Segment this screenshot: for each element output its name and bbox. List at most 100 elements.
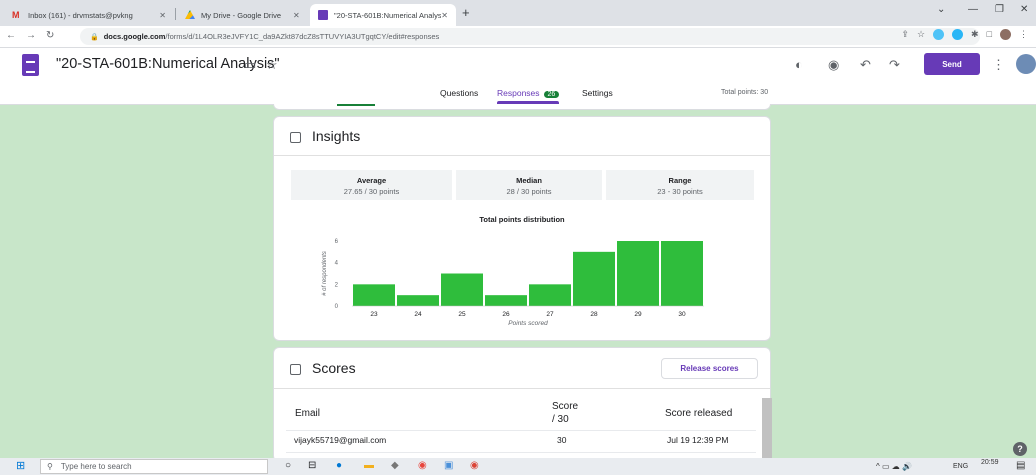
- col-email[interactable]: Email: [295, 408, 320, 419]
- total-points: Total points: 30: [721, 89, 769, 96]
- close-icon[interactable]: ✕: [441, 11, 448, 20]
- forward-icon[interactable]: →: [26, 30, 36, 41]
- close-window-icon[interactable]: ✕: [1020, 4, 1028, 15]
- gmail-icon: M: [12, 10, 20, 20]
- undo-icon[interactable]: ↶: [860, 57, 871, 73]
- reload-icon[interactable]: ↻: [46, 30, 54, 41]
- y-tick-label: 0: [335, 304, 339, 310]
- windows-start-icon[interactable]: ⊞: [16, 459, 25, 472]
- close-icon[interactable]: ✕: [293, 11, 300, 20]
- release-scores-button[interactable]: Release scores: [661, 358, 758, 379]
- y-tick-label: 4: [335, 261, 339, 267]
- task-view-icon[interactable]: ⊟: [308, 460, 316, 471]
- search-icon: ⚲: [47, 462, 53, 471]
- x-tick-label: 30: [678, 311, 686, 318]
- col-score-released[interactable]: Score released: [665, 408, 732, 419]
- redo-icon[interactable]: ↷: [889, 57, 900, 73]
- file-explorer-icon[interactable]: ▬: [364, 460, 374, 471]
- extension-icon[interactable]: [933, 29, 945, 40]
- tray-icons[interactable]: ^ ▭ ☁ 🔊: [876, 462, 912, 471]
- stat-label: Range: [668, 176, 692, 185]
- tab-questions[interactable]: Questions: [440, 88, 478, 98]
- bar: [573, 251, 615, 306]
- form-tabs: Questions Responses 26 Settings Total poi…: [0, 88, 1036, 105]
- tab-label: "20-STA-601B:Numerical Analysis: [334, 10, 442, 20]
- x-tick-label: 24: [414, 311, 422, 318]
- browser-toolbar: ← → ↻ 🔒 docs.google.com /forms/d/1L4OLR3…: [0, 26, 1036, 48]
- toolbar-icons: ⇪ ☆ ✱ □ ⋮: [901, 29, 1028, 40]
- stat-range: Range 23 - 30 points: [606, 170, 754, 200]
- y-axis-label: # of respondents: [322, 251, 328, 296]
- bar: [441, 273, 483, 306]
- tab-responses-label: Responses: [497, 88, 540, 98]
- profile-avatar[interactable]: [1000, 29, 1011, 40]
- insights-card: Insights Average 27.65 / 30 points Media…: [273, 116, 771, 341]
- app-icon[interactable]: ◆: [391, 460, 399, 471]
- tab-gmail[interactable]: M Inbox (161) - drvmstats@pvkng ✕: [4, 4, 174, 26]
- bar: [485, 295, 527, 306]
- x-tick-label: 26: [502, 311, 510, 318]
- chrome-icon[interactable]: ◉: [418, 460, 427, 471]
- summary-card-bottom: [273, 104, 771, 110]
- tab-label: Inbox (161) - drvmstats@pvkng: [28, 10, 133, 20]
- url-host: docs.google.com: [103, 32, 166, 41]
- forms-header: "20-STA-601B:Numerical Analysis" ▭ ☆ ◐ ◉…: [0, 48, 1036, 105]
- col-score[interactable]: Score: [552, 401, 578, 412]
- close-icon[interactable]: ✕: [159, 11, 166, 20]
- minimize-icon[interactable]: —: [968, 4, 978, 15]
- sidepanel-icon[interactable]: □: [987, 29, 992, 40]
- more-vert-icon[interactable]: ⋮: [992, 57, 1005, 73]
- bar: [661, 241, 703, 306]
- forms-icon: [318, 10, 328, 20]
- restore-icon[interactable]: ❐: [995, 4, 1004, 15]
- avatar[interactable]: [1016, 54, 1036, 74]
- stat-average: Average 27.65 / 30 points: [291, 170, 452, 200]
- help-icon[interactable]: ?: [1013, 442, 1027, 456]
- folder-icon[interactable]: ▭: [244, 57, 256, 73]
- taskbar-search-input[interactable]: ⚲ Type here to search: [40, 459, 268, 474]
- cortana-icon[interactable]: ○: [285, 460, 291, 471]
- tab-drive[interactable]: My Drive - Google Drive ✕: [177, 4, 302, 26]
- lock-icon: 🔒: [90, 33, 99, 41]
- tab-responses[interactable]: Responses 26: [497, 88, 560, 104]
- x-tick-label: 23: [370, 311, 378, 318]
- kebab-menu-icon[interactable]: ⋮: [1019, 29, 1028, 40]
- back-icon[interactable]: ←: [6, 30, 16, 41]
- col-score-of: / 30: [552, 414, 569, 425]
- bar: [617, 241, 659, 306]
- notification-icon[interactable]: ▤: [1016, 460, 1025, 471]
- palette-icon[interactable]: ◐: [795, 57, 803, 72]
- star-icon[interactable]: ☆: [917, 29, 925, 40]
- stat-label: Average: [356, 176, 387, 185]
- extension-icon[interactable]: [952, 29, 964, 40]
- tab-forms[interactable]: "20-STA-601B:Numerical Analysis ✕: [310, 4, 456, 26]
- chrome-active-icon[interactable]: ◉: [470, 460, 479, 471]
- extensions-puzzle-icon[interactable]: ✱: [971, 29, 979, 40]
- clock-time[interactable]: 20:59: [981, 459, 999, 466]
- windows-taskbar: ⊞ ⚲ Type here to search ○ ⊟ ● ▬ ◆ ◉ ▣ ◉ …: [0, 458, 1036, 475]
- points-distribution-chart: 024623 24 25 26 27 28 29 30Points scored# of re…: [322, 239, 704, 327]
- tab-settings[interactable]: Settings: [582, 88, 613, 98]
- share-icon[interactable]: ⇪: [901, 29, 909, 40]
- row-released: Jul 19 12:39 PM: [667, 435, 729, 445]
- app-icon[interactable]: ▣: [444, 460, 453, 471]
- y-tick-label: 6: [335, 239, 339, 245]
- stat-value: 23 - 30 points: [657, 187, 703, 196]
- new-tab-button[interactable]: +: [462, 5, 470, 20]
- send-button[interactable]: Send: [924, 53, 980, 75]
- stat-value: 28 / 30 points: [506, 187, 552, 196]
- stat-value: 27.65 / 30 points: [343, 187, 400, 196]
- checkbox-icon: [290, 364, 301, 375]
- language-indicator[interactable]: ENG: [953, 463, 968, 470]
- preview-eye-icon[interactable]: ◉: [828, 57, 839, 73]
- bar: [529, 284, 571, 306]
- bar: [397, 295, 439, 306]
- y-tick-label: 2: [335, 282, 339, 288]
- address-bar[interactable]: 🔒 docs.google.com /forms/d/1L4OLR3eJVFY1…: [80, 28, 980, 45]
- forms-logo-icon[interactable]: [22, 54, 39, 76]
- star-icon[interactable]: ☆: [266, 57, 278, 73]
- edge-icon[interactable]: ●: [336, 460, 342, 471]
- row-email: vijayk55719@gmail.com: [294, 435, 387, 445]
- chevron-down-icon[interactable]: ⌄: [937, 4, 945, 15]
- x-tick-label: 27: [546, 311, 554, 318]
